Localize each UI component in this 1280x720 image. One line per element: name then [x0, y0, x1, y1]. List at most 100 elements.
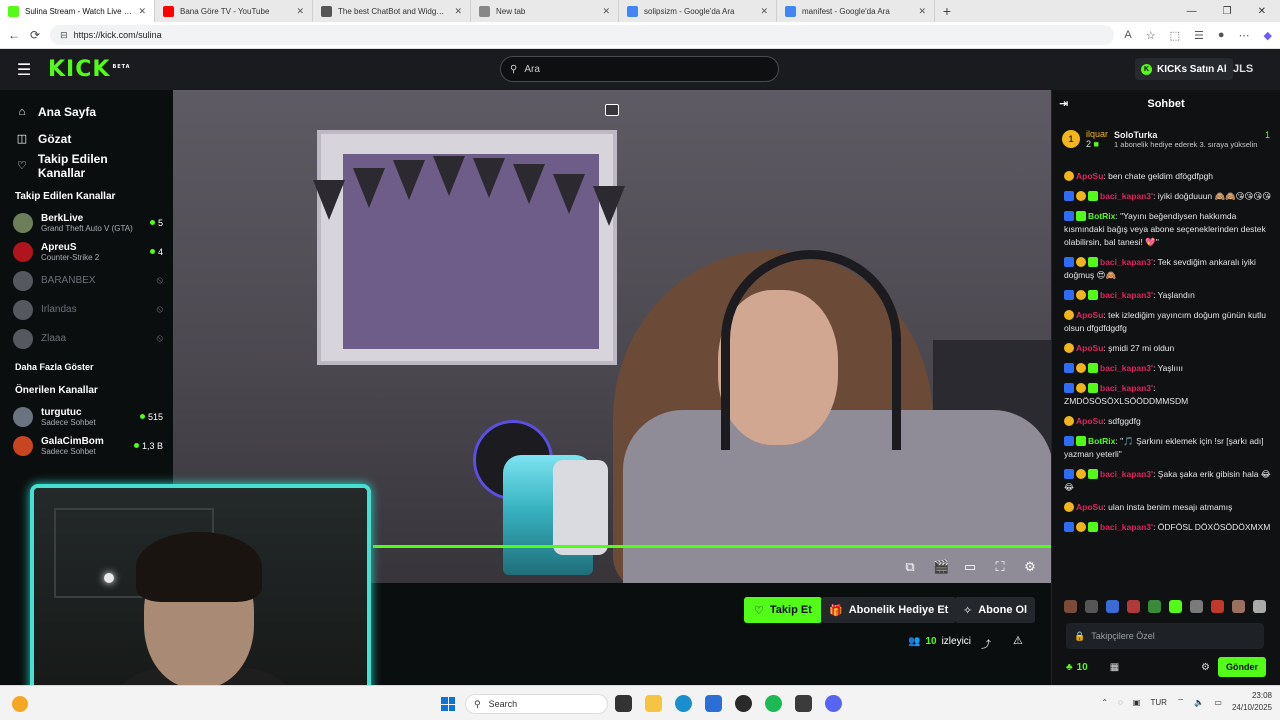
- share-icon[interactable]: ⤴: [981, 636, 991, 651]
- chat-username[interactable]: baci_kapan3': [1100, 290, 1153, 300]
- app-icon[interactable]: [795, 695, 812, 712]
- followed-channel[interactable]: BerkLive Grand Theft Auto V (GTA) 5: [0, 208, 173, 237]
- followed-channel[interactable]: Irlandas ⦸: [0, 295, 173, 324]
- buy-kicks-button[interactable]: K KICKs Satın Al: [1135, 58, 1233, 80]
- top-gifter-name[interactable]: ilquar: [1086, 129, 1108, 139]
- new-tab-icon[interactable]: +: [935, 3, 959, 19]
- close-tab-icon[interactable]: ✕: [138, 6, 146, 17]
- recommended-channel[interactable]: turgutuc Sadece Sohbet 515: [0, 402, 173, 431]
- emote-icon[interactable]: [1169, 600, 1182, 613]
- browser-tab[interactable]: Sulina Stream - Watch Live on Kick ✕: [0, 0, 155, 22]
- edge-icon[interactable]: [675, 695, 692, 712]
- chat-username[interactable]: ApoSu: [1076, 171, 1103, 181]
- browser-tab[interactable]: manifest - Google'da Ara ✕: [777, 0, 935, 22]
- minimize-icon[interactable]: —: [1187, 6, 1197, 17]
- read-aloud-icon[interactable]: A: [1124, 29, 1131, 42]
- followed-channel[interactable]: BARANBEX ⦸: [0, 266, 173, 295]
- follow-button[interactable]: ♡ Takip Et: [744, 597, 822, 623]
- show-more-link[interactable]: Daha Fazla Göster: [0, 353, 173, 381]
- pip-toggle-icon[interactable]: [605, 104, 619, 116]
- wifi-icon[interactable]: ⌔: [1177, 697, 1185, 707]
- gift-sub-button[interactable]: 🎁 Abonelik Hediye Et: [821, 597, 957, 623]
- chat-username[interactable]: baci_kapan3': [1100, 363, 1153, 373]
- second-gifter-name[interactable]: SoloTurka: [1114, 130, 1157, 140]
- close-tab-icon[interactable]: ✕: [602, 6, 610, 17]
- reload-icon[interactable]: ⟳: [30, 28, 40, 42]
- discord-icon[interactable]: [825, 695, 842, 712]
- menu-icon[interactable]: ☰: [0, 60, 48, 80]
- followed-channel[interactable]: Zlaaa ⦸: [0, 324, 173, 353]
- browser-tab[interactable]: New tab ✕: [471, 0, 619, 22]
- video-progress-bar[interactable]: [373, 545, 1051, 548]
- browser-tab[interactable]: The best ChatBot and Widgets for ✕: [313, 0, 471, 22]
- chat-username[interactable]: ApoSu: [1076, 502, 1103, 512]
- user-avatar[interactable]: JLS: [1233, 63, 1253, 75]
- chat-settings-icon[interactable]: ⚙: [1201, 662, 1210, 673]
- close-tab-icon[interactable]: ✕: [454, 6, 462, 17]
- settings-gear-icon[interactable]: ⚙: [1023, 559, 1037, 575]
- recommended-channel[interactable]: GalaCimBom Sadece Sohbet 1,3 B: [0, 431, 173, 460]
- spotify-icon[interactable]: [765, 695, 782, 712]
- task-view-icon[interactable]: [615, 695, 632, 712]
- sidebar-nav-item[interactable]: ⌂ Ana Sayfa: [0, 98, 173, 125]
- tray-chevron-icon[interactable]: ⌃: [1101, 698, 1108, 707]
- emote-icon[interactable]: [1127, 600, 1140, 613]
- chat-username[interactable]: ApoSu: [1076, 343, 1103, 353]
- copilot-icon[interactable]: ◆: [1264, 29, 1272, 42]
- chat-username[interactable]: baci_kapan3': [1100, 191, 1153, 201]
- emote-icon[interactable]: [1211, 600, 1224, 613]
- emote-icon[interactable]: [1232, 600, 1245, 613]
- clip-icon[interactable]: 🎬: [933, 559, 949, 575]
- close-window-icon[interactable]: ✕: [1258, 6, 1266, 17]
- extensions-icon[interactable]: ⬚: [1170, 29, 1180, 42]
- chat-username[interactable]: BotRix: [1088, 436, 1115, 446]
- store-icon[interactable]: [705, 695, 722, 712]
- restore-icon[interactable]: ❐: [1223, 6, 1232, 17]
- followed-channel[interactable]: ApreuS Counter-Strike 2 4: [0, 237, 173, 266]
- browser-tab[interactable]: solipsizm - Google'da Ara ✕: [619, 0, 777, 22]
- chat-username[interactable]: baci_kapan3': [1100, 522, 1153, 532]
- clock[interactable]: 23:08 24/10/2025: [1232, 690, 1272, 714]
- miniplayer-icon[interactable]: ⧉: [903, 559, 917, 575]
- collapse-chat-icon[interactable]: ⇥: [1059, 97, 1068, 110]
- tray-app2-icon[interactable]: ▣: [1133, 698, 1141, 707]
- close-tab-icon[interactable]: ✕: [918, 6, 926, 17]
- chat-username[interactable]: ApoSu: [1076, 416, 1103, 426]
- chat-username[interactable]: baci_kapan3': [1100, 469, 1153, 479]
- close-tab-icon[interactable]: ✕: [760, 6, 768, 17]
- tray-app-icon[interactable]: ◌: [1118, 698, 1123, 707]
- file-explorer-icon[interactable]: [645, 695, 662, 712]
- emote-icon[interactable]: [1085, 600, 1098, 613]
- sidebar-nav-item[interactable]: ◫ Gözat: [0, 125, 173, 152]
- profile-icon[interactable]: ●: [1218, 29, 1225, 42]
- obs-icon[interactable]: [735, 695, 752, 712]
- kick-logo[interactable]: KICK BETA: [48, 57, 131, 82]
- emote-icon[interactable]: [1190, 600, 1203, 613]
- chat-username[interactable]: ApoSu: [1076, 310, 1103, 320]
- tray-lang[interactable]: TUR: [1150, 698, 1166, 707]
- browser-tab[interactable]: Bana Göre TV - YouTube ✕: [155, 0, 313, 22]
- sidebar-nav-item[interactable]: ♡ Takip Edilen Kanallar: [0, 152, 173, 180]
- emote-icon[interactable]: [1064, 600, 1077, 613]
- emote-icon[interactable]: [1253, 600, 1266, 613]
- subscribe-button[interactable]: ✧ Abone Ol: [955, 597, 1036, 623]
- site-info-icon[interactable]: ⊟: [60, 30, 68, 41]
- theater-mode-icon[interactable]: ▭: [963, 559, 977, 575]
- gift-store-icon[interactable]: ▦: [1110, 662, 1119, 673]
- close-tab-icon[interactable]: ✕: [296, 6, 304, 17]
- favorite-star-icon[interactable]: ☆: [1146, 29, 1156, 42]
- emote-icon[interactable]: [1148, 600, 1161, 613]
- chat-username[interactable]: baci_kapan3': [1100, 257, 1153, 267]
- widgets-icon[interactable]: [12, 696, 28, 712]
- start-icon[interactable]: [441, 697, 455, 711]
- chat-username[interactable]: baci_kapan3': [1100, 383, 1153, 393]
- report-icon[interactable]: ⚠: [1013, 634, 1023, 647]
- chat-username[interactable]: BotRix: [1088, 211, 1115, 221]
- fullscreen-icon[interactable]: ⛶: [993, 559, 1007, 575]
- url-field[interactable]: ⊟ https://kick.com/sulina: [50, 25, 1115, 45]
- back-icon[interactable]: ←: [8, 28, 20, 42]
- battery-icon[interactable]: ▭: [1214, 698, 1222, 707]
- send-button[interactable]: Gönder: [1217, 657, 1266, 677]
- search-input[interactable]: ⚲ Ara: [500, 56, 779, 82]
- channel-points[interactable]: ♣ 10: [1066, 662, 1088, 673]
